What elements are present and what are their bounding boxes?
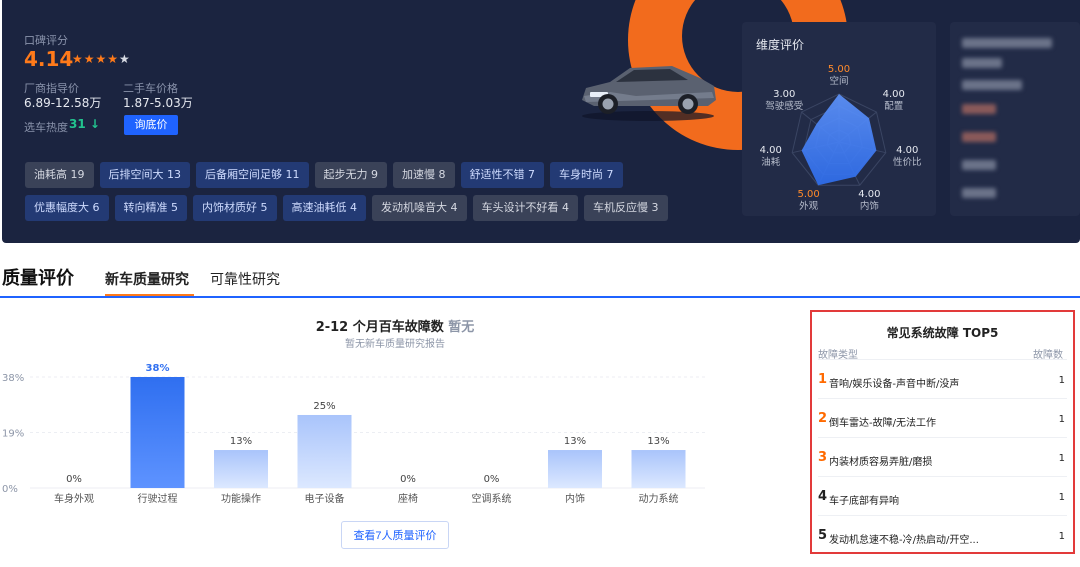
ask-price-button[interactable]: 询底价 [124,115,178,135]
fault-row: 5 发动机怠速不稳-冷/热启动/开空... 1 [818,515,1067,554]
review-tag[interactable]: 发动机噪音大 4 [372,195,467,221]
heat-label: 选车热度 [24,121,68,134]
fault-count: 1 [1058,531,1065,542]
fault-row: 1 音响/娱乐设备-声音中断/没声 1 [818,359,1067,398]
bar-value-label: 13% [647,436,669,447]
category-label: 功能操作 [221,492,261,505]
blurred-text [962,80,1022,90]
dimension-rating-card: 维度评价 5.00 空间 4.00 配置 4.00 性价比 4.00 内饰 5.00 外观 4.00… [742,22,936,216]
bar-value-label: 25% [313,401,335,412]
bar [297,414,352,488]
side-info-card [950,22,1080,216]
bar [548,450,602,488]
bar-value-label: 13% [230,436,252,447]
chart-subtitle: 暂无新车质量研究报告 [345,339,445,350]
tab-new-car-quality[interactable]: 新车质量研究 [105,269,189,289]
section-divider [0,296,1080,298]
review-tag[interactable]: 高速油耗低 4 [282,195,366,221]
review-tag[interactable]: 内饰材质好 5 [193,195,277,221]
blurred-text [962,160,996,170]
bar-value-label: 0% [484,474,500,485]
review-tag[interactable]: 转向精准 5 [114,195,187,221]
review-tag[interactable]: 优惠幅度大 6 [25,195,109,221]
category-label: 车身外观 [54,492,94,505]
category-label: 空调系统 [472,492,512,505]
blurred-text [962,132,996,142]
review-tag[interactable]: 舒适性不错 7 [460,162,544,188]
category-label: 电子设备 [305,492,345,505]
y-tick-label: 38% [2,373,24,384]
category-label: 行驶过程 [138,492,178,505]
heat-value: 31 ↓ [69,117,100,131]
category-label: 内饰 [565,492,585,505]
section-title: 质量评价 [2,268,74,289]
fault-count: 1 [1058,414,1065,425]
tab-reliability[interactable]: 可靠性研究 [210,269,280,289]
top5-title: 常见系统故障 TOP5 [886,326,999,340]
review-tag[interactable]: 后备厢空间足够 11 [196,162,309,188]
blurred-text [962,38,1052,48]
radar-label: 5.00 空间 [827,64,851,87]
fault-rank: 5 [818,528,828,543]
bar [130,377,185,488]
fault-bar-chart: 38% 19% 0% 0% 车身外观 38% 行驶过程 13% 功能操作 25% 电子设备 0% 座椅 0… [2,363,705,505]
fault-name: 音响/娱乐设备-声音中断/没声 [829,379,960,390]
fault-rank: 4 [818,489,828,504]
radar-label: 4.00 性价比 [892,144,922,168]
fault-count: 1 [1058,492,1065,503]
radar-chart [791,93,887,186]
fault-name: 车子底部有异响 [829,496,899,507]
bar-value-label: 0% [66,474,82,485]
fault-name: 倒车雷达-故障/无法工作 [829,418,936,429]
fault-row: 3 内装材质容易弄脏/磨损 1 [818,437,1067,476]
radar-label: 5.00 外观 [797,189,820,213]
fault-rank: 2 [818,411,828,426]
y-tick-label: 19% [2,429,24,440]
review-tag[interactable]: 车头设计不好看 4 [472,195,578,221]
review-tag[interactable]: 油耗高 19 [25,162,94,188]
model-summary-banner: 口碑评分 4.14 ★★★★★ 厂商指导价 6.89-12.58万 二手车价格 … [2,0,1080,243]
review-tag[interactable]: 后排空间大 13 [99,162,190,188]
radar-label: 4.00 内饰 [858,189,881,213]
fault-row: 4 车子底部有异响 1 [818,476,1067,515]
review-tag[interactable]: 起步无力 9 [314,162,387,188]
review-tag[interactable]: 车身时尚 7 [550,162,623,188]
radar-label: 4.00 配置 [882,88,905,112]
car-image [582,66,716,121]
radar-area [801,94,877,186]
fault-count: 1 [1058,375,1065,386]
radar-label: 3.00 驾驶感受 [765,88,804,112]
review-tag[interactable]: 车机反应慢 3 [584,195,668,221]
bar-value-label: 13% [564,436,586,447]
fault-rank: 1 [818,372,828,387]
used-price-value: 1.87-5.03万 [123,96,193,110]
rating-label: 口碑评分 [24,34,68,47]
chart-title: 2-12 个月百车故障数 暂无 [315,320,475,335]
blurred-text [962,58,1002,68]
fault-count: 1 [1058,453,1065,464]
rating-score: 4.14 [24,47,74,71]
category-label: 动力系统 [639,492,679,505]
view-quality-reviews-button[interactable]: 查看7人质量评价 [341,521,449,549]
top5-faults-panel: 常见系统故障 TOP5 故障类型 故障数 1 音响/娱乐设备-声音中断/没声 1 2 倒… [810,310,1075,554]
blurred-text [962,188,996,198]
fault-name: 内装材质容易弄脏/磨损 [829,457,933,468]
fault-rank: 3 [818,450,828,465]
msrp-value: 6.89-12.58万 [24,96,102,110]
bar [214,450,268,488]
category-label: 座椅 [398,492,418,505]
review-tag[interactable]: 加速慢 8 [393,162,455,188]
radar-label: 4.00 油耗 [759,144,782,168]
blurred-text [962,104,996,114]
fault-name: 发动机怠速不稳-冷/热启动/开空... [829,535,979,546]
bar-value-label: 38% [146,363,170,374]
rating-stars-icon: ★★★★★ [72,52,131,66]
y-tick-label: 0% [2,484,18,495]
bar [631,450,686,488]
bar-value-label: 0% [400,474,416,485]
fault-row: 2 倒车雷达-故障/无法工作 1 [818,398,1067,437]
